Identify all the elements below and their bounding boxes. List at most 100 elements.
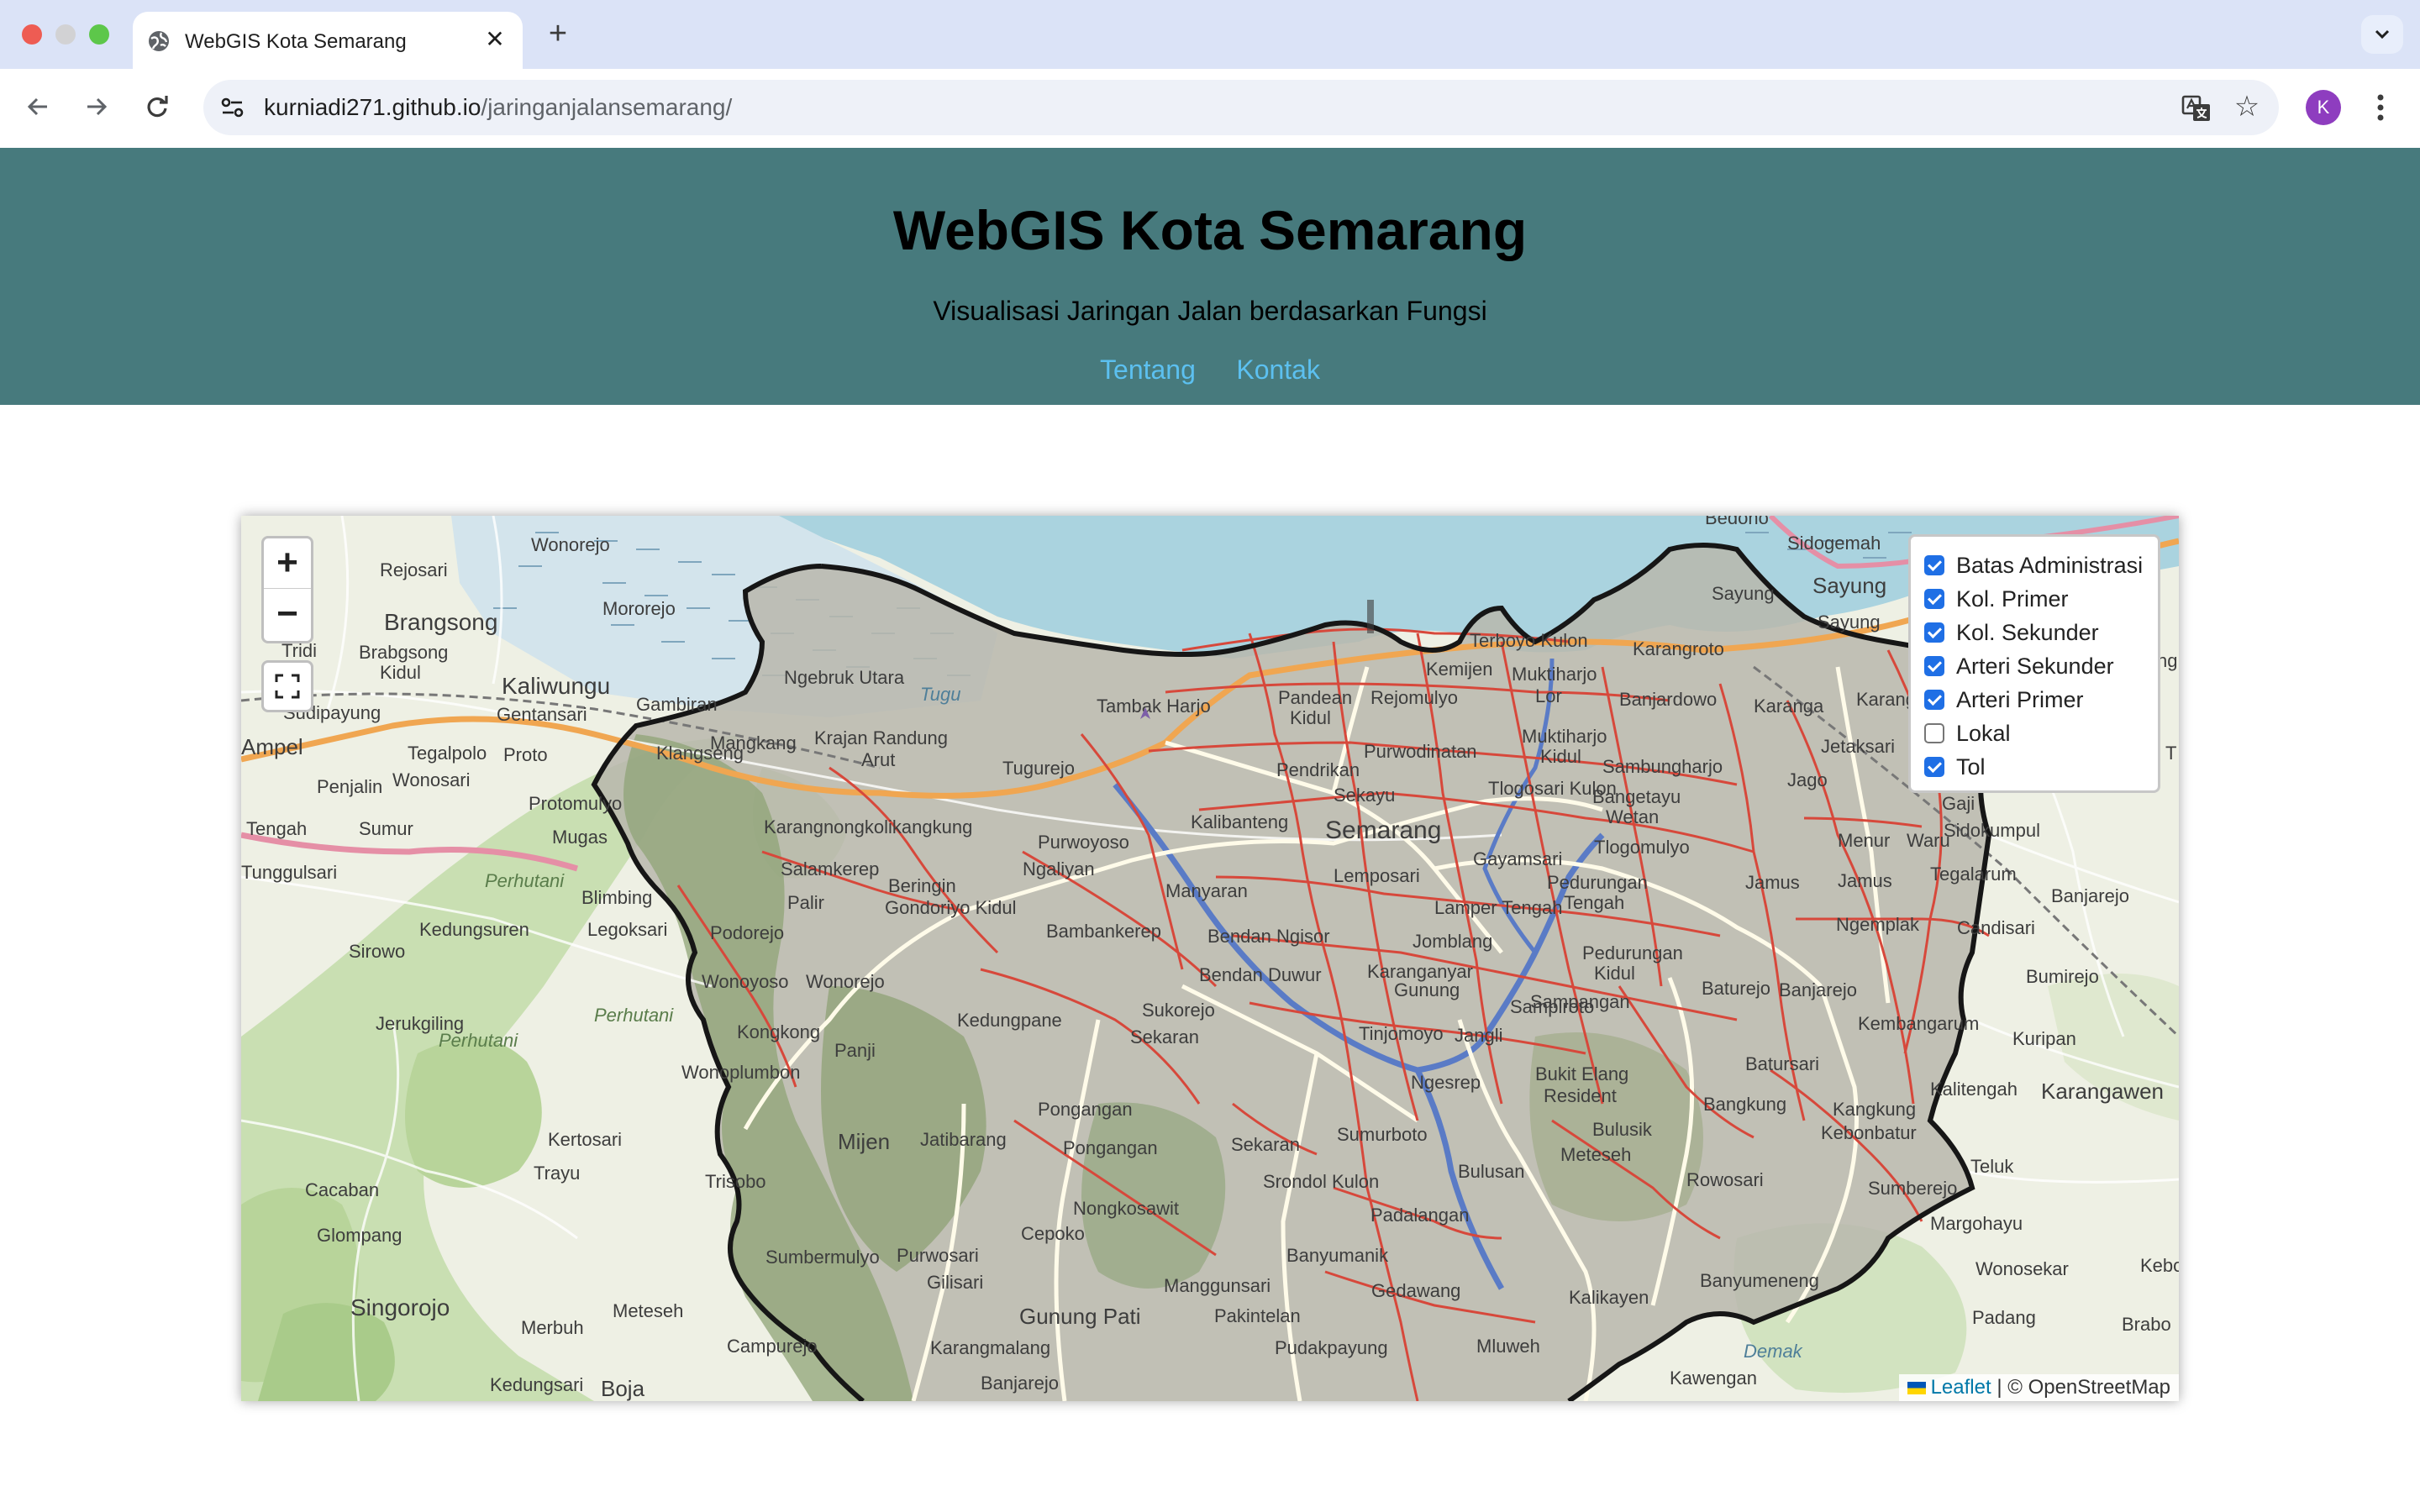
svg-text:Kemijen: Kemijen [1426, 659, 1492, 680]
zoom-out-button[interactable]: − [264, 590, 311, 640]
svg-text:Padang: Padang [1972, 1307, 2036, 1328]
svg-text:Protomulyo: Protomulyo [529, 793, 622, 814]
layer-checkbox[interactable] [1924, 690, 1944, 710]
site-settings-icon[interactable] [215, 90, 250, 125]
layer-label: Kol. Sekunder [1956, 619, 2099, 645]
svg-text:Panji: Panji [834, 1040, 876, 1061]
map-tiles[interactable]: Wonorejo Rejosari Mororejo Brangsong Tri… [241, 516, 2179, 1401]
more-vert-icon [2377, 94, 2384, 121]
svg-text:Resident: Resident [1544, 1085, 1617, 1106]
layer-checkbox[interactable] [1924, 723, 1944, 743]
fullscreen-button[interactable] [261, 660, 313, 712]
map-container[interactable]: Wonorejo Rejosari Mororejo Brangsong Tri… [241, 516, 2179, 1401]
svg-text:Karanga: Karanga [1754, 696, 1824, 717]
svg-text:Jangli: Jangli [1455, 1025, 1502, 1046]
layer-checkbox[interactable] [1924, 555, 1944, 575]
svg-text:Tugu: Tugu [920, 684, 961, 705]
close-icon[interactable]: ✕ [481, 25, 509, 54]
svg-text:Sekaran: Sekaran [1130, 1026, 1199, 1047]
svg-text:Boja: Boja [601, 1376, 645, 1401]
layer-label: Arteri Sekunder [1956, 653, 2114, 679]
layer-batas-administrasi[interactable]: Batas Administrasi [1924, 549, 2144, 582]
svg-text:T: T [2165, 743, 2176, 764]
svg-text:Wonorejo: Wonorejo [531, 534, 610, 555]
layer-arteri-primer[interactable]: Arteri Primer [1924, 683, 2144, 717]
map-attribution: Leaflet | © OpenStreetMap [1898, 1374, 2179, 1401]
svg-text:Mluweh: Mluweh [1476, 1336, 1540, 1357]
svg-text:Kuripan: Kuripan [2012, 1028, 2076, 1049]
browser-menu-button[interactable] [2368, 87, 2393, 128]
svg-text:Meteseh: Meteseh [1560, 1144, 1631, 1165]
svg-text:Gunung Pati: Gunung Pati [1019, 1304, 1141, 1329]
svg-text:Purwodinatan: Purwodinatan [1364, 741, 1477, 762]
svg-text:Bulusan: Bulusan [1458, 1161, 1525, 1182]
svg-text:Singorojo: Singorojo [350, 1294, 450, 1320]
svg-text:Muktiharjo: Muktiharjo [1522, 726, 1607, 747]
svg-text:Bulusik: Bulusik [1592, 1119, 1653, 1140]
svg-text:Margohayu: Margohayu [1930, 1213, 2023, 1234]
reload-button[interactable] [138, 87, 176, 126]
layer-kol-sekunder[interactable]: Kol. Sekunder [1924, 616, 2144, 649]
svg-text:Gentansari: Gentansari [497, 704, 587, 725]
svg-text:Palir: Palir [787, 892, 824, 913]
svg-text:Cacaban: Cacaban [305, 1179, 379, 1200]
svg-text:Sumurboto: Sumurboto [1337, 1124, 1428, 1145]
window-maximize-button[interactable] [89, 24, 109, 45]
tab-search-button[interactable] [2361, 15, 2403, 54]
svg-text:Demak: Demak [1744, 1341, 1803, 1362]
forward-button[interactable] [77, 87, 116, 126]
svg-text:Pandean: Pandean [1278, 687, 1352, 708]
svg-text:Kalibanteng: Kalibanteng [1191, 811, 1288, 832]
page-subtitle: Visualisasi Jaringan Jalan berdasarkan F… [933, 296, 1487, 326]
window-close-button[interactable] [22, 24, 42, 45]
window-minimize-button[interactable] [55, 24, 76, 45]
address-bar[interactable]: kurniadi271.github.io/jaringanjalansemar… [203, 80, 2279, 135]
svg-text:Batursari: Batursari [1745, 1053, 1819, 1074]
svg-text:Karangmalang: Karangmalang [930, 1337, 1050, 1358]
nav-link-tentang[interactable]: Tentang [1100, 354, 1196, 386]
svg-text:Sampiroto: Sampiroto [1510, 996, 1594, 1017]
svg-text:Kidul: Kidul [1540, 746, 1581, 767]
svg-text:Sumberejo: Sumberejo [1868, 1178, 1957, 1199]
url-text[interactable]: kurniadi271.github.io/jaringanjalansemar… [264, 94, 732, 121]
svg-text:Terboyo Kulon: Terboyo Kulon [1470, 630, 1588, 651]
translate-icon[interactable] [2181, 93, 2212, 123]
bookmark-star-icon[interactable]: ☆ [2230, 90, 2264, 123]
svg-text:Gedawang: Gedawang [1371, 1280, 1460, 1301]
svg-text:Proto: Proto [503, 744, 548, 765]
header-nav: Tentang Kontak [0, 354, 2420, 386]
new-tab-button[interactable]: + [541, 17, 575, 50]
svg-text:Meteseh: Meteseh [613, 1300, 683, 1321]
layer-label: Lokal [1956, 720, 2011, 746]
zoom-in-button[interactable]: + [264, 538, 311, 589]
layer-arteri-sekunder[interactable]: Arteri Sekunder [1924, 649, 2144, 683]
layer-checkbox[interactable] [1924, 757, 1944, 777]
svg-text:Lor: Lor [1535, 685, 1562, 706]
profile-avatar[interactable]: K [2306, 90, 2341, 125]
svg-text:Pedurungan: Pedurungan [1547, 872, 1648, 893]
layer-lokal[interactable]: Lokal [1924, 717, 2144, 750]
nav-link-kontak[interactable]: Kontak [1236, 354, 1320, 386]
svg-text:Ngesrep: Ngesrep [1411, 1072, 1481, 1093]
svg-text:Sambungharjo: Sambungharjo [1602, 756, 1723, 777]
browser-toolbar: kurniadi271.github.io/jaringanjalansemar… [0, 69, 2420, 148]
svg-text:Gunung: Gunung [1394, 979, 1460, 1000]
layer-checkbox[interactable] [1924, 656, 1944, 676]
svg-text:Bambankerep: Bambankerep [1046, 921, 1161, 942]
svg-text:Wonosari: Wonosari [392, 769, 471, 790]
layer-tol[interactable]: Tol [1924, 750, 2144, 784]
svg-text:Ngebruk Utara: Ngebruk Utara [784, 667, 905, 688]
svg-text:Kidul: Kidul [380, 662, 421, 683]
browser-tab[interactable]: WebGIS Kota Semarang ✕ [133, 12, 523, 69]
svg-text:Manggunsari: Manggunsari [1164, 1275, 1270, 1296]
svg-text:Arut: Arut [861, 749, 895, 770]
svg-text:Perhutani: Perhutani [439, 1030, 518, 1051]
layer-checkbox[interactable] [1924, 589, 1944, 609]
layer-kol-primer[interactable]: Kol. Primer [1924, 582, 2144, 616]
svg-text:Merbuh: Merbuh [521, 1317, 584, 1338]
svg-text:Glompang: Glompang [317, 1225, 402, 1246]
layer-checkbox[interactable] [1924, 622, 1944, 643]
back-button[interactable] [18, 87, 57, 126]
leaflet-link[interactable]: Leaflet [1931, 1376, 1991, 1399]
svg-text:Pedurungan: Pedurungan [1582, 942, 1683, 963]
